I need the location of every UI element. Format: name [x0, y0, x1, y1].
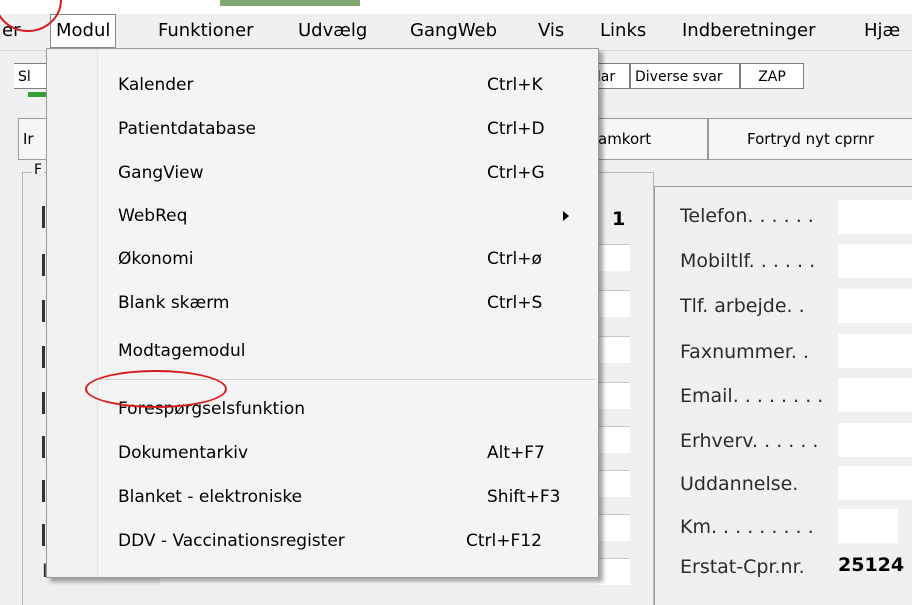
form-frame-label: F — [32, 162, 45, 178]
tab-zap[interactable]: ZAP — [740, 63, 804, 89]
menu-item-indberetninger[interactable]: Indberetninger — [682, 14, 816, 48]
menu-item-label: Kalender — [118, 75, 194, 95]
menu-item-patientdatabase[interactable]: Patientdatabase Ctrl+D — [47, 109, 598, 149]
row-marker — [42, 346, 45, 368]
row-marker — [42, 206, 45, 228]
samkort-button[interactable]: amkort — [598, 118, 708, 160]
tlf-arbejde-field[interactable] — [838, 289, 912, 323]
annotation-circle-forespoergsel — [85, 370, 227, 408]
menu-item-shortcut: Ctrl+D — [487, 119, 545, 139]
menu-item-label: WebReq — [118, 206, 188, 226]
fortryd-nyt-cprnr-button[interactable]: Fortryd nyt cprnr — [708, 118, 912, 160]
menu-item-label: Blank skærm — [118, 293, 230, 313]
erhverv-field[interactable] — [838, 423, 912, 457]
tlf-arbejde-label: Tlf. arbejde. . — [680, 295, 805, 317]
row-marker — [42, 480, 45, 502]
menu-item-blank-skaerm[interactable]: Blank skærm Ctrl+S — [47, 283, 598, 323]
window-top-strip — [0, 0, 912, 14]
tab-partial-left[interactable]: Sl — [14, 63, 48, 89]
menu-item-links[interactable]: Links — [600, 14, 646, 48]
menu-item-gangview[interactable]: GangView Ctrl+G — [47, 153, 598, 193]
menu-item-kalender[interactable]: Kalender Ctrl+K — [47, 65, 598, 105]
mobiltlf-label: Mobiltlf. . . . . . — [680, 250, 816, 272]
uddannelse-field[interactable] — [838, 466, 912, 500]
menu-item-label: GangView — [118, 163, 204, 183]
menu-item-label: Blanket - elektroniske — [118, 487, 303, 507]
menu-item-shortcut: Alt+F7 — [487, 443, 545, 463]
menu-item-label: Økonomi — [118, 249, 194, 269]
menu-item-shortcut: Ctrl+ø — [487, 249, 542, 269]
menu-item-dokumentarkiv[interactable]: Dokumentarkiv Alt+F7 — [47, 433, 598, 473]
menu-item-shortcut: Ctrl+K — [487, 75, 543, 95]
km-field[interactable] — [838, 509, 898, 543]
erhverv-label: Erhverv. . . . . . — [680, 430, 819, 452]
field-value-one: 1 — [612, 208, 626, 230]
menu-item-gangweb[interactable]: GangWeb — [410, 14, 497, 48]
menu-item-label: Dokumentarkiv — [118, 443, 249, 463]
menu-bar: er Modul Funktioner Udvælg GangWeb Vis L… — [0, 0, 912, 51]
mobiltlf-field[interactable] — [838, 244, 912, 278]
erstat-cpr-value: 25124 — [838, 554, 905, 576]
uddannelse-label: Uddannelse. — [680, 473, 799, 495]
km-label: Km. . . . . . . . . — [680, 516, 814, 538]
email-field[interactable] — [838, 378, 912, 412]
menu-item-label: DDV - Vaccinationsregister — [118, 531, 345, 551]
email-label: Email. . . . . . . . — [680, 385, 824, 407]
tab-diverse-svar[interactable]: Diverse svar — [630, 63, 740, 89]
menu-item-okonomi[interactable]: Økonomi Ctrl+ø — [47, 239, 598, 279]
telefon-field[interactable] — [838, 200, 912, 234]
title-bar-fragment — [220, 0, 360, 6]
row-marker — [42, 436, 45, 458]
submenu-arrow-icon — [563, 211, 569, 221]
menu-item-funktioner[interactable]: Funktioner — [158, 14, 254, 48]
button-partial-left[interactable]: Ir — [18, 118, 48, 160]
erstat-cpr-label: Erstat-Cpr.nr. — [680, 556, 805, 578]
faxnummer-label: Faxnummer. . — [680, 341, 810, 363]
menu-item-shortcut: Ctrl+G — [487, 163, 545, 183]
row-marker — [42, 300, 45, 322]
menu-item-ddv-vaccinationsregister[interactable]: DDV - Vaccinationsregister Ctrl+F12 — [47, 521, 598, 561]
modul-dropdown-menu: Kalender Ctrl+K Patientdatabase Ctrl+D G… — [46, 48, 599, 578]
row-marker — [42, 254, 45, 276]
menu-item-shortcut: Ctrl+F12 — [466, 531, 542, 551]
menu-item-help-partial[interactable]: Hjæ — [864, 14, 900, 48]
faxnummer-field[interactable] — [838, 334, 912, 368]
menu-item-modul[interactable]: Modul — [50, 14, 117, 48]
menu-item-shortcut: Shift+F3 — [487, 487, 561, 507]
telefon-label: Telefon. . . . . . — [680, 205, 814, 227]
menu-item-udvaelg[interactable]: Udvælg — [298, 14, 367, 48]
menu-item-modtagemodul[interactable]: Modtagemodul — [47, 331, 598, 371]
menu-item-vis[interactable]: Vis — [538, 14, 564, 48]
menu-item-label: Patientdatabase — [118, 119, 257, 139]
menu-item-blanket-elektroniske[interactable]: Blanket - elektroniske Shift+F3 — [47, 477, 598, 517]
row-marker — [42, 392, 45, 414]
active-tab-indicator — [28, 92, 46, 97]
menu-item-label: Modtagemodul — [118, 341, 246, 361]
menu-item-webreq[interactable]: WebReq — [47, 196, 598, 236]
row-marker — [42, 524, 45, 546]
menu-item-shortcut: Ctrl+S — [487, 293, 543, 313]
